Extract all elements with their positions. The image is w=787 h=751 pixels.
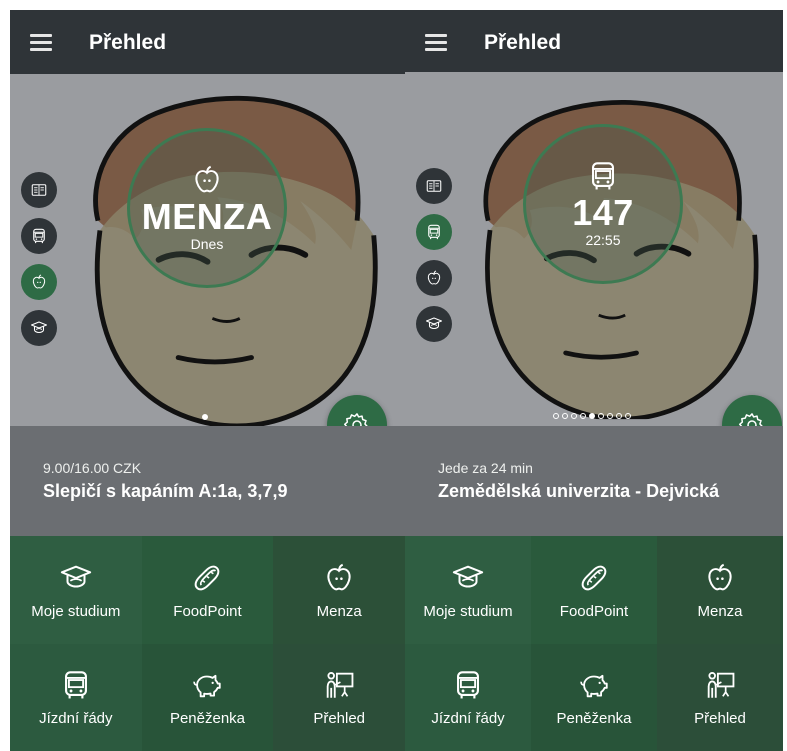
tile-grid: Moje studium FoodPoint Menza Jízdní řády… [10, 536, 405, 751]
tile-jizdni-rady[interactable]: Jízdní řády [405, 644, 531, 751]
tile-menza[interactable]: Menza [273, 536, 405, 644]
tile-label: Peněženka [556, 710, 632, 727]
tile-label: Přehled [694, 710, 746, 727]
tile-label: FoodPoint [559, 602, 629, 620]
widget-circle[interactable]: 147 22:55 [523, 124, 683, 284]
apple-icon [190, 163, 224, 197]
info-panel: Jede za 24 min Zemědělská univerzita - D… [405, 426, 783, 536]
page-dot [571, 413, 577, 419]
tile-moje-studium[interactable]: Moje studium [405, 536, 531, 644]
widget-subtitle: 22:55 [585, 232, 621, 248]
page-dot [589, 413, 595, 419]
tile-label: Přehled [313, 710, 366, 727]
tile-foodpoint[interactable]: FoodPoint [141, 536, 274, 644]
side-nav-menza[interactable] [416, 260, 452, 296]
page-title: Přehled [484, 31, 562, 54]
widget-subtitle: Dnes [190, 236, 224, 252]
bus-icon [59, 668, 93, 702]
tile-prehled[interactable]: Přehled [657, 644, 783, 751]
phone-screen-bus: Přehled 147 22:55 Jede za 24 min Zeměděl… [405, 10, 783, 751]
tile-label: Moje studium [423, 602, 513, 620]
tile-label: Jízdní řády [39, 710, 113, 727]
piggy-bank-icon [190, 668, 224, 702]
tile-penezenka[interactable]: Peněženka [141, 644, 274, 751]
page-dot [562, 413, 568, 419]
graduation-cap-icon [59, 561, 93, 595]
phone-screen-menza: Přehled MENZA Dnes 9.00/16.00 CZK Slepič… [10, 10, 405, 751]
tile-label: Jízdní řády [431, 710, 505, 727]
side-navigation [416, 168, 452, 352]
page-indicator [553, 413, 631, 419]
side-nav-study[interactable] [21, 310, 57, 346]
apple-icon [322, 561, 356, 595]
hamburger-icon[interactable] [30, 34, 52, 51]
tile-menza[interactable]: Menza [657, 536, 783, 644]
tile-grid: Moje studium FoodPoint Menza Jízdní řády… [405, 536, 783, 751]
tile-foodpoint[interactable]: FoodPoint [531, 536, 657, 644]
hero-area: MENZA Dnes [10, 74, 405, 426]
widget-title: MENZA [141, 196, 273, 237]
graduation-cap-icon [30, 319, 48, 337]
info-panel: 9.00/16.00 CZK Slepičí s kapáním A:1a, 3… [10, 426, 405, 536]
timetable-icon [425, 177, 443, 195]
hotdog-icon [190, 561, 224, 595]
tile-jizdni-rady[interactable]: Jízdní řády [10, 644, 142, 751]
tile-prehled[interactable]: Přehled [273, 644, 405, 751]
tile-moje-studium[interactable]: Moje studium [10, 536, 142, 644]
piggy-bank-icon [577, 668, 611, 702]
presentation-icon [322, 668, 356, 702]
info-stop: Zemědělská univerzita - Dejvická [438, 481, 720, 501]
bus-icon [425, 223, 443, 241]
apple-icon [703, 561, 737, 595]
gear-icon [343, 411, 371, 426]
tile-label: FoodPoint [173, 602, 242, 620]
presentation-icon [703, 668, 737, 702]
apple-icon [30, 273, 48, 291]
info-meal: Slepičí s kapáním A:1a, 3,7,9 [43, 481, 288, 501]
bus-icon [30, 227, 48, 245]
page-indicator [202, 414, 208, 420]
side-navigation [21, 172, 57, 356]
timetable-icon [30, 181, 48, 199]
gear-icon [738, 411, 766, 426]
app-bar: Přehled [10, 10, 405, 74]
app-bar: Přehled [405, 10, 783, 72]
page-dot [607, 413, 613, 419]
page-dot [598, 413, 604, 419]
info-price: 9.00/16.00 CZK [43, 460, 142, 476]
tile-label: Menza [316, 602, 362, 620]
tile-label: Moje studium [31, 602, 121, 620]
page-dot [202, 414, 208, 420]
side-nav-timetable[interactable] [416, 168, 452, 204]
page-dot [580, 413, 586, 419]
hotdog-icon [577, 561, 611, 595]
apple-icon [425, 269, 443, 287]
bus-icon [586, 159, 620, 193]
tile-penezenka[interactable]: Peněženka [531, 644, 657, 751]
page-dot [625, 413, 631, 419]
side-nav-study[interactable] [416, 306, 452, 342]
graduation-cap-icon [451, 561, 485, 595]
hamburger-icon[interactable] [425, 34, 447, 51]
side-nav-timetable[interactable] [21, 172, 57, 208]
side-nav-bus[interactable] [21, 218, 57, 254]
hero-area: 147 22:55 [405, 72, 783, 426]
bus-icon [451, 668, 485, 702]
side-nav-bus[interactable] [416, 214, 452, 250]
tile-label: Menza [697, 602, 743, 620]
page-dot [553, 413, 559, 419]
tile-label: Peněženka [169, 710, 246, 727]
info-departure: Jede za 24 min [438, 460, 533, 476]
side-nav-menza[interactable] [21, 264, 57, 300]
page-dot [616, 413, 622, 419]
page-title: Přehled [89, 31, 167, 54]
widget-title: 147 [572, 192, 634, 233]
widget-circle[interactable]: MENZA Dnes [127, 128, 287, 288]
graduation-cap-icon [425, 315, 443, 333]
